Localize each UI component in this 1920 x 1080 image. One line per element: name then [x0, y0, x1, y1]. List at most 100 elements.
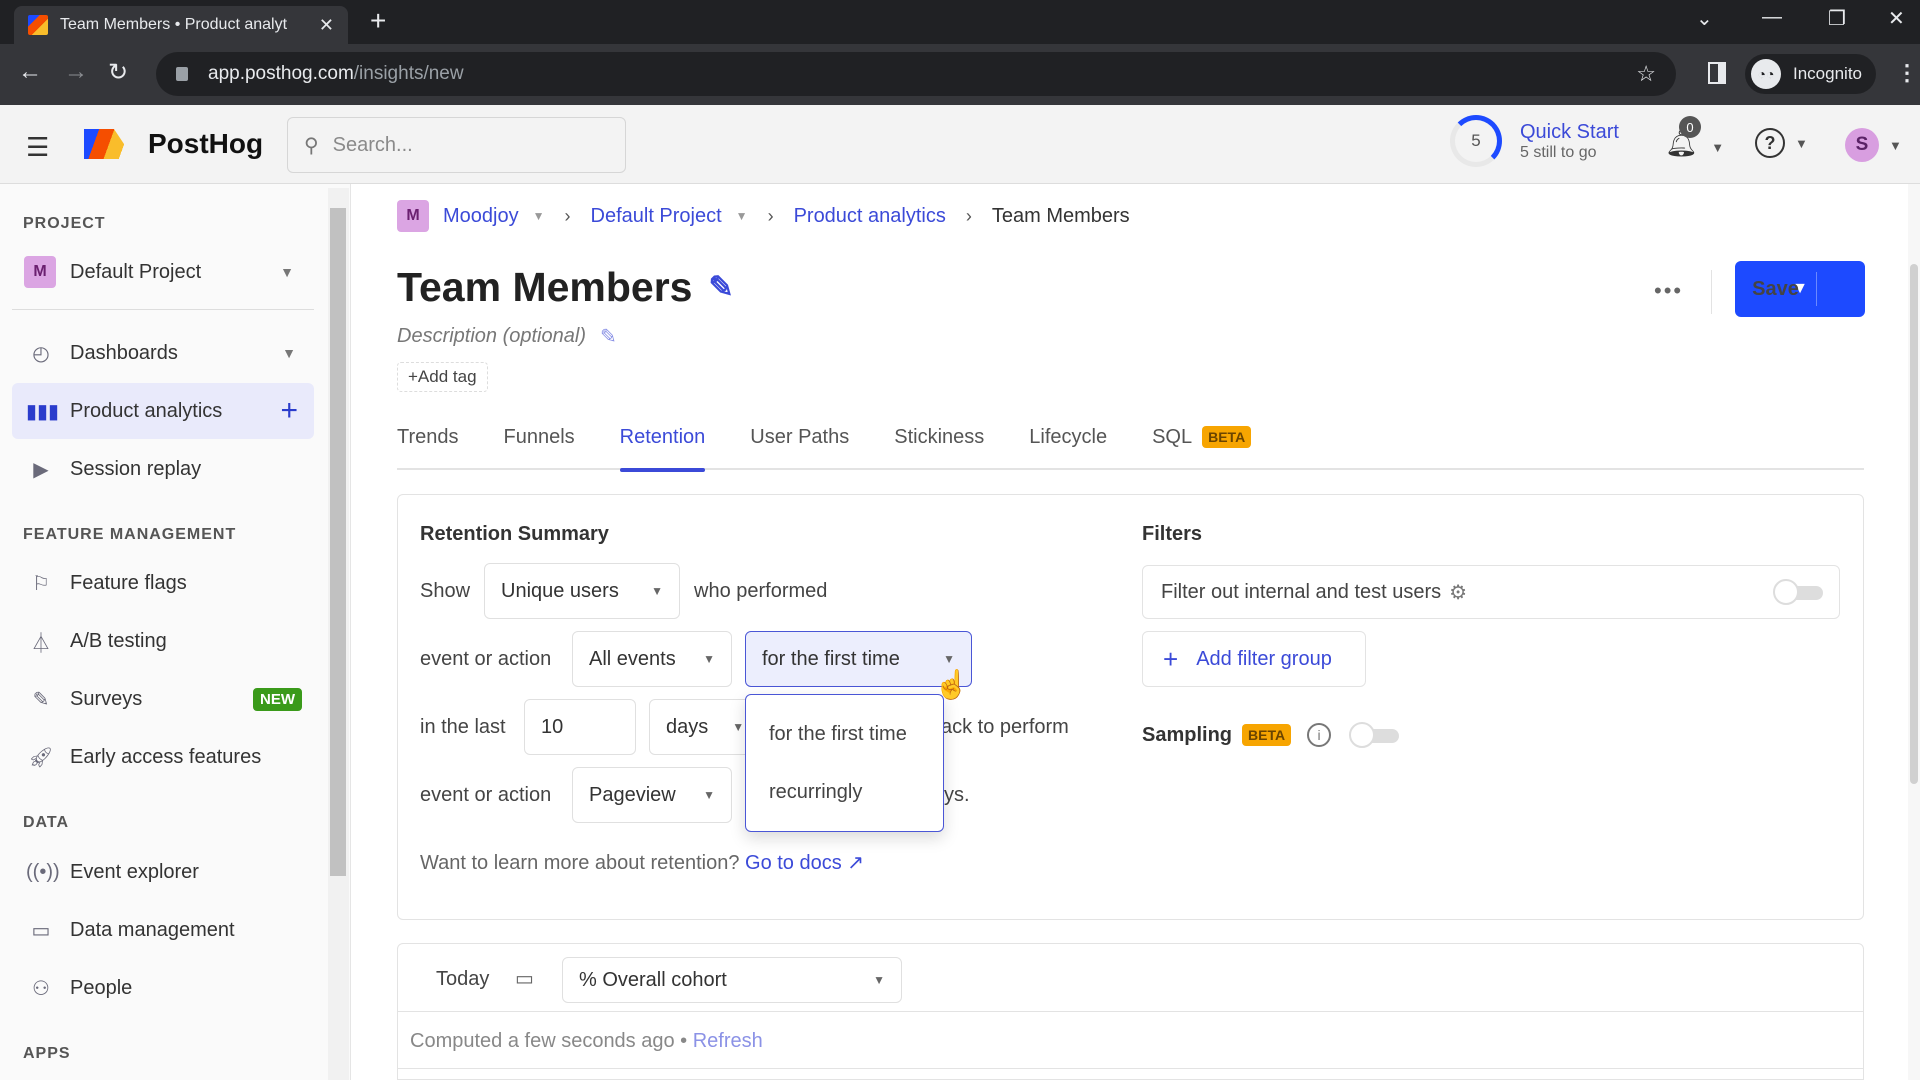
- add-tag-button[interactable]: +Add tag: [397, 362, 488, 392]
- dropdown-option-recurringly[interactable]: recurringly: [769, 781, 862, 804]
- chevron-down-icon: ▼: [703, 788, 715, 802]
- sidebar-section-feature-management: FEATURE MANAGEMENT: [23, 526, 237, 543]
- select-value: for the first time: [762, 647, 900, 670]
- edit-pencil-icon[interactable]: ✎: [708, 270, 733, 305]
- back-icon[interactable]: ←: [18, 58, 42, 86]
- forward-icon[interactable]: →: [64, 58, 88, 86]
- side-panel-icon[interactable]: [1708, 62, 1726, 84]
- chevron-down-icon[interactable]: ▼: [533, 209, 545, 223]
- sidebar-item-label: Surveys: [70, 687, 143, 710]
- tab-retention[interactable]: Retention: [619, 422, 705, 472]
- add-insight-icon[interactable]: +: [280, 394, 298, 428]
- sidebar-item-early-access[interactable]: 🚀︎ Early access features: [12, 729, 314, 785]
- breadcrumb-current: Team Members: [991, 204, 1130, 227]
- computed-status: Computed a few seconds ago • Refresh: [410, 1030, 763, 1052]
- description-field[interactable]: Description (optional) ✎: [397, 324, 617, 349]
- internal-users-filter: Filter out internal and test users ⚙: [1142, 565, 1840, 619]
- search-input[interactable]: ⚲ Search...: [287, 117, 626, 173]
- help-button[interactable]: ? ▼: [1755, 128, 1808, 158]
- sidebar-item-label: Event explorer: [70, 860, 199, 883]
- tab-sql[interactable]: SQL BETA: [1152, 422, 1252, 470]
- go-to-docs-link[interactable]: Go to docs ↗: [745, 852, 864, 874]
- sidebar-item-people[interactable]: ⚇ People: [12, 960, 314, 1016]
- quick-start-title: Quick Start: [1520, 120, 1619, 143]
- internal-filter-toggle[interactable]: [1773, 579, 1825, 605]
- browser-tab[interactable]: Team Members • Product analyt ✕: [14, 6, 348, 44]
- bookmark-star-icon[interactable]: ☆: [1636, 61, 1656, 87]
- breadcrumb-product-analytics[interactable]: Product analytics: [794, 205, 946, 228]
- sidebar-item-dashboards[interactable]: ◴ Dashboards ▼: [12, 325, 314, 381]
- refresh-link[interactable]: Refresh: [693, 1030, 763, 1052]
- incognito-badge[interactable]: ◔◔ Incognito: [1745, 54, 1876, 94]
- sidebar-scrollbar-thumb[interactable]: [330, 208, 346, 876]
- quick-start-button[interactable]: 5 Quick Start 5 still to go: [1450, 115, 1619, 167]
- sidebar-item-feature-flags[interactable]: ⚐ Feature flags: [12, 555, 314, 611]
- sidebar-item-ab-testing[interactable]: ⏃ A/B testing: [12, 613, 314, 669]
- new-badge: NEW: [253, 687, 302, 711]
- add-filter-group-button[interactable]: + Add filter group: [1142, 631, 1366, 687]
- chevron-down-icon: ▼: [873, 973, 885, 987]
- sidebar-item-data-management[interactable]: ▭ Data management: [12, 902, 314, 958]
- save-button-group[interactable]: Save ▼: [1735, 261, 1865, 317]
- dropdown-option-first-time[interactable]: for the first time: [769, 723, 907, 746]
- sidebar-item-label: Dashboards: [70, 341, 178, 364]
- close-window-icon[interactable]: ✕: [1888, 6, 1905, 31]
- target-event-select[interactable]: All events ▼: [572, 631, 732, 687]
- new-tab-button[interactable]: +: [370, 6, 386, 36]
- search-icon: ⚲: [304, 134, 319, 157]
- minimize-icon[interactable]: —: [1762, 6, 1782, 29]
- period-count-input[interactable]: 10: [524, 699, 636, 755]
- sidebar-item-label: Early access features: [70, 745, 262, 768]
- info-icon[interactable]: i: [1307, 723, 1332, 747]
- notifications-button[interactable]: 🔔︎ 0 ▼: [1665, 116, 1725, 159]
- breadcrumb-org[interactable]: Moodjoy: [443, 205, 519, 228]
- sidebar-item-session-replay[interactable]: ▶ Session replay: [12, 441, 314, 497]
- page-title-text[interactable]: Team Members: [397, 264, 692, 311]
- returning-event-select[interactable]: Pageview ▼: [572, 767, 732, 823]
- restore-icon[interactable]: ❐: [1828, 6, 1846, 31]
- posthog-logo[interactable]: PostHog: [84, 128, 263, 160]
- close-tab-icon[interactable]: ✕: [319, 15, 334, 36]
- url-field[interactable]: app.posthog.com/insights/new ☆: [156, 52, 1676, 96]
- tab-trends[interactable]: Trends: [397, 422, 459, 470]
- main-scrollbar-thumb[interactable]: [1910, 264, 1918, 784]
- beta-badge: BETA: [1202, 426, 1252, 448]
- filters-heading: Filters: [1142, 523, 1203, 545]
- avatar: S: [1845, 128, 1879, 162]
- breadcrumb-separator-icon: ›: [965, 205, 972, 226]
- sampling-toggle[interactable]: [1349, 722, 1401, 748]
- select-value: All events: [589, 647, 676, 670]
- menu-toggle-icon[interactable]: ☰: [26, 132, 49, 163]
- save-button[interactable]: Save: [1735, 272, 1817, 306]
- gear-icon[interactable]: ⚙: [1449, 580, 1467, 605]
- cohort-display-select[interactable]: % Overall cohort ▼: [562, 957, 902, 1003]
- chevron-down-icon: ▼: [1711, 140, 1725, 155]
- date-range-label[interactable]: Today: [436, 968, 489, 991]
- tab-funnels[interactable]: Funnels: [504, 422, 575, 470]
- sidebar-item-surveys[interactable]: ✎ Surveys NEW: [12, 671, 314, 727]
- incognito-icon: ◔◔: [1751, 59, 1781, 89]
- main-scrollbar[interactable]: [1908, 184, 1920, 1080]
- aggregation-select[interactable]: Unique users ▼: [484, 563, 680, 619]
- chevron-down-icon[interactable]: ▼: [736, 209, 748, 223]
- tab-label: Lifecycle: [1029, 426, 1108, 448]
- browser-menu-icon[interactable]: ⋮: [1896, 60, 1918, 86]
- tab-stickiness[interactable]: Stickiness: [894, 422, 984, 470]
- account-menu[interactable]: S ▼: [1845, 128, 1902, 162]
- calendar-icon[interactable]: ▭: [515, 966, 534, 991]
- tab-label: SQL: [1152, 426, 1193, 448]
- posthog-favicon-icon: [28, 15, 48, 35]
- period-unit-select[interactable]: days ▼: [649, 699, 759, 755]
- tab-user-paths[interactable]: User Paths: [750, 422, 849, 470]
- external-link-icon: ↗: [847, 852, 865, 874]
- url-domain: app.posthog.com: [208, 63, 354, 84]
- breadcrumb-project[interactable]: Default Project: [591, 205, 722, 228]
- tab-lifecycle[interactable]: Lifecycle: [1029, 422, 1107, 470]
- sidebar-item-product-analytics[interactable]: ▮▮▮ Product analytics +: [12, 383, 314, 439]
- reload-icon[interactable]: ↻: [108, 58, 128, 87]
- edit-pencil-icon[interactable]: ✎: [600, 324, 617, 349]
- project-switcher[interactable]: M Default Project ▼: [10, 244, 312, 300]
- more-options-icon[interactable]: •••: [1654, 278, 1683, 304]
- tab-search-icon[interactable]: ⌄: [1696, 6, 1713, 31]
- sidebar-item-event-explorer[interactable]: ((•)) Event explorer: [12, 844, 314, 900]
